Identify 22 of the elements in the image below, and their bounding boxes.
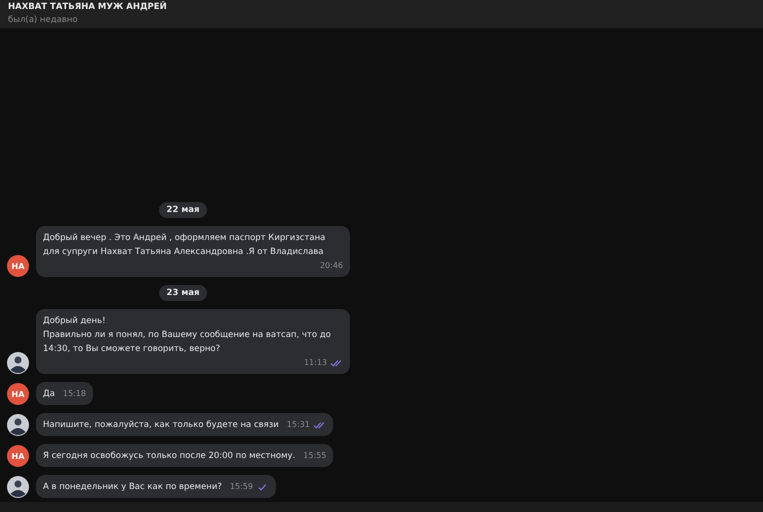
message-time: 15:18	[62, 388, 86, 400]
avatar-initials[interactable]: НА	[7, 255, 29, 277]
avatar-icon[interactable]	[7, 476, 29, 498]
message-text: Напишите, пожалуйста, как только будете на связи	[43, 419, 279, 432]
message-text: Я сегодня освобожусь только после 20:00 по местному.	[43, 450, 296, 463]
avatar-icon[interactable]	[7, 414, 29, 436]
message-text: Добрый вечер . Это Андрей , оформляем паспорт Киргизстана для супруги Нахват Татьяна Александровна .Я от Владислава	[43, 232, 326, 259]
message-time: 15:59	[230, 481, 253, 493]
message-time: 15:31	[286, 419, 310, 431]
last-seen-status: был(а) недавно	[8, 14, 78, 26]
message-text: Да	[43, 388, 55, 401]
message-time: 15:55	[303, 450, 326, 462]
chat-title: НАХВАТ ТАТЬЯНА МУЖ АНДРЕЙ	[8, 1, 167, 14]
message-text: А в понедельник у Вас как по времени?	[43, 481, 222, 494]
avatar-initials[interactable]: НА	[7, 445, 29, 467]
message-text: Добрый день! Правильно ли я понял, по Вашему сообщение на ватсап, что до 14:30, то Вы сможете говорить, верно?	[43, 315, 332, 356]
message-time: 20:46	[320, 260, 343, 272]
avatar-initials[interactable]: НА	[7, 383, 29, 405]
date-separator: 22 мая	[158, 202, 208, 218]
avatar-icon[interactable]	[7, 352, 29, 374]
date-separator: 23 мая	[158, 285, 208, 301]
message-time: 11:13	[304, 357, 327, 369]
